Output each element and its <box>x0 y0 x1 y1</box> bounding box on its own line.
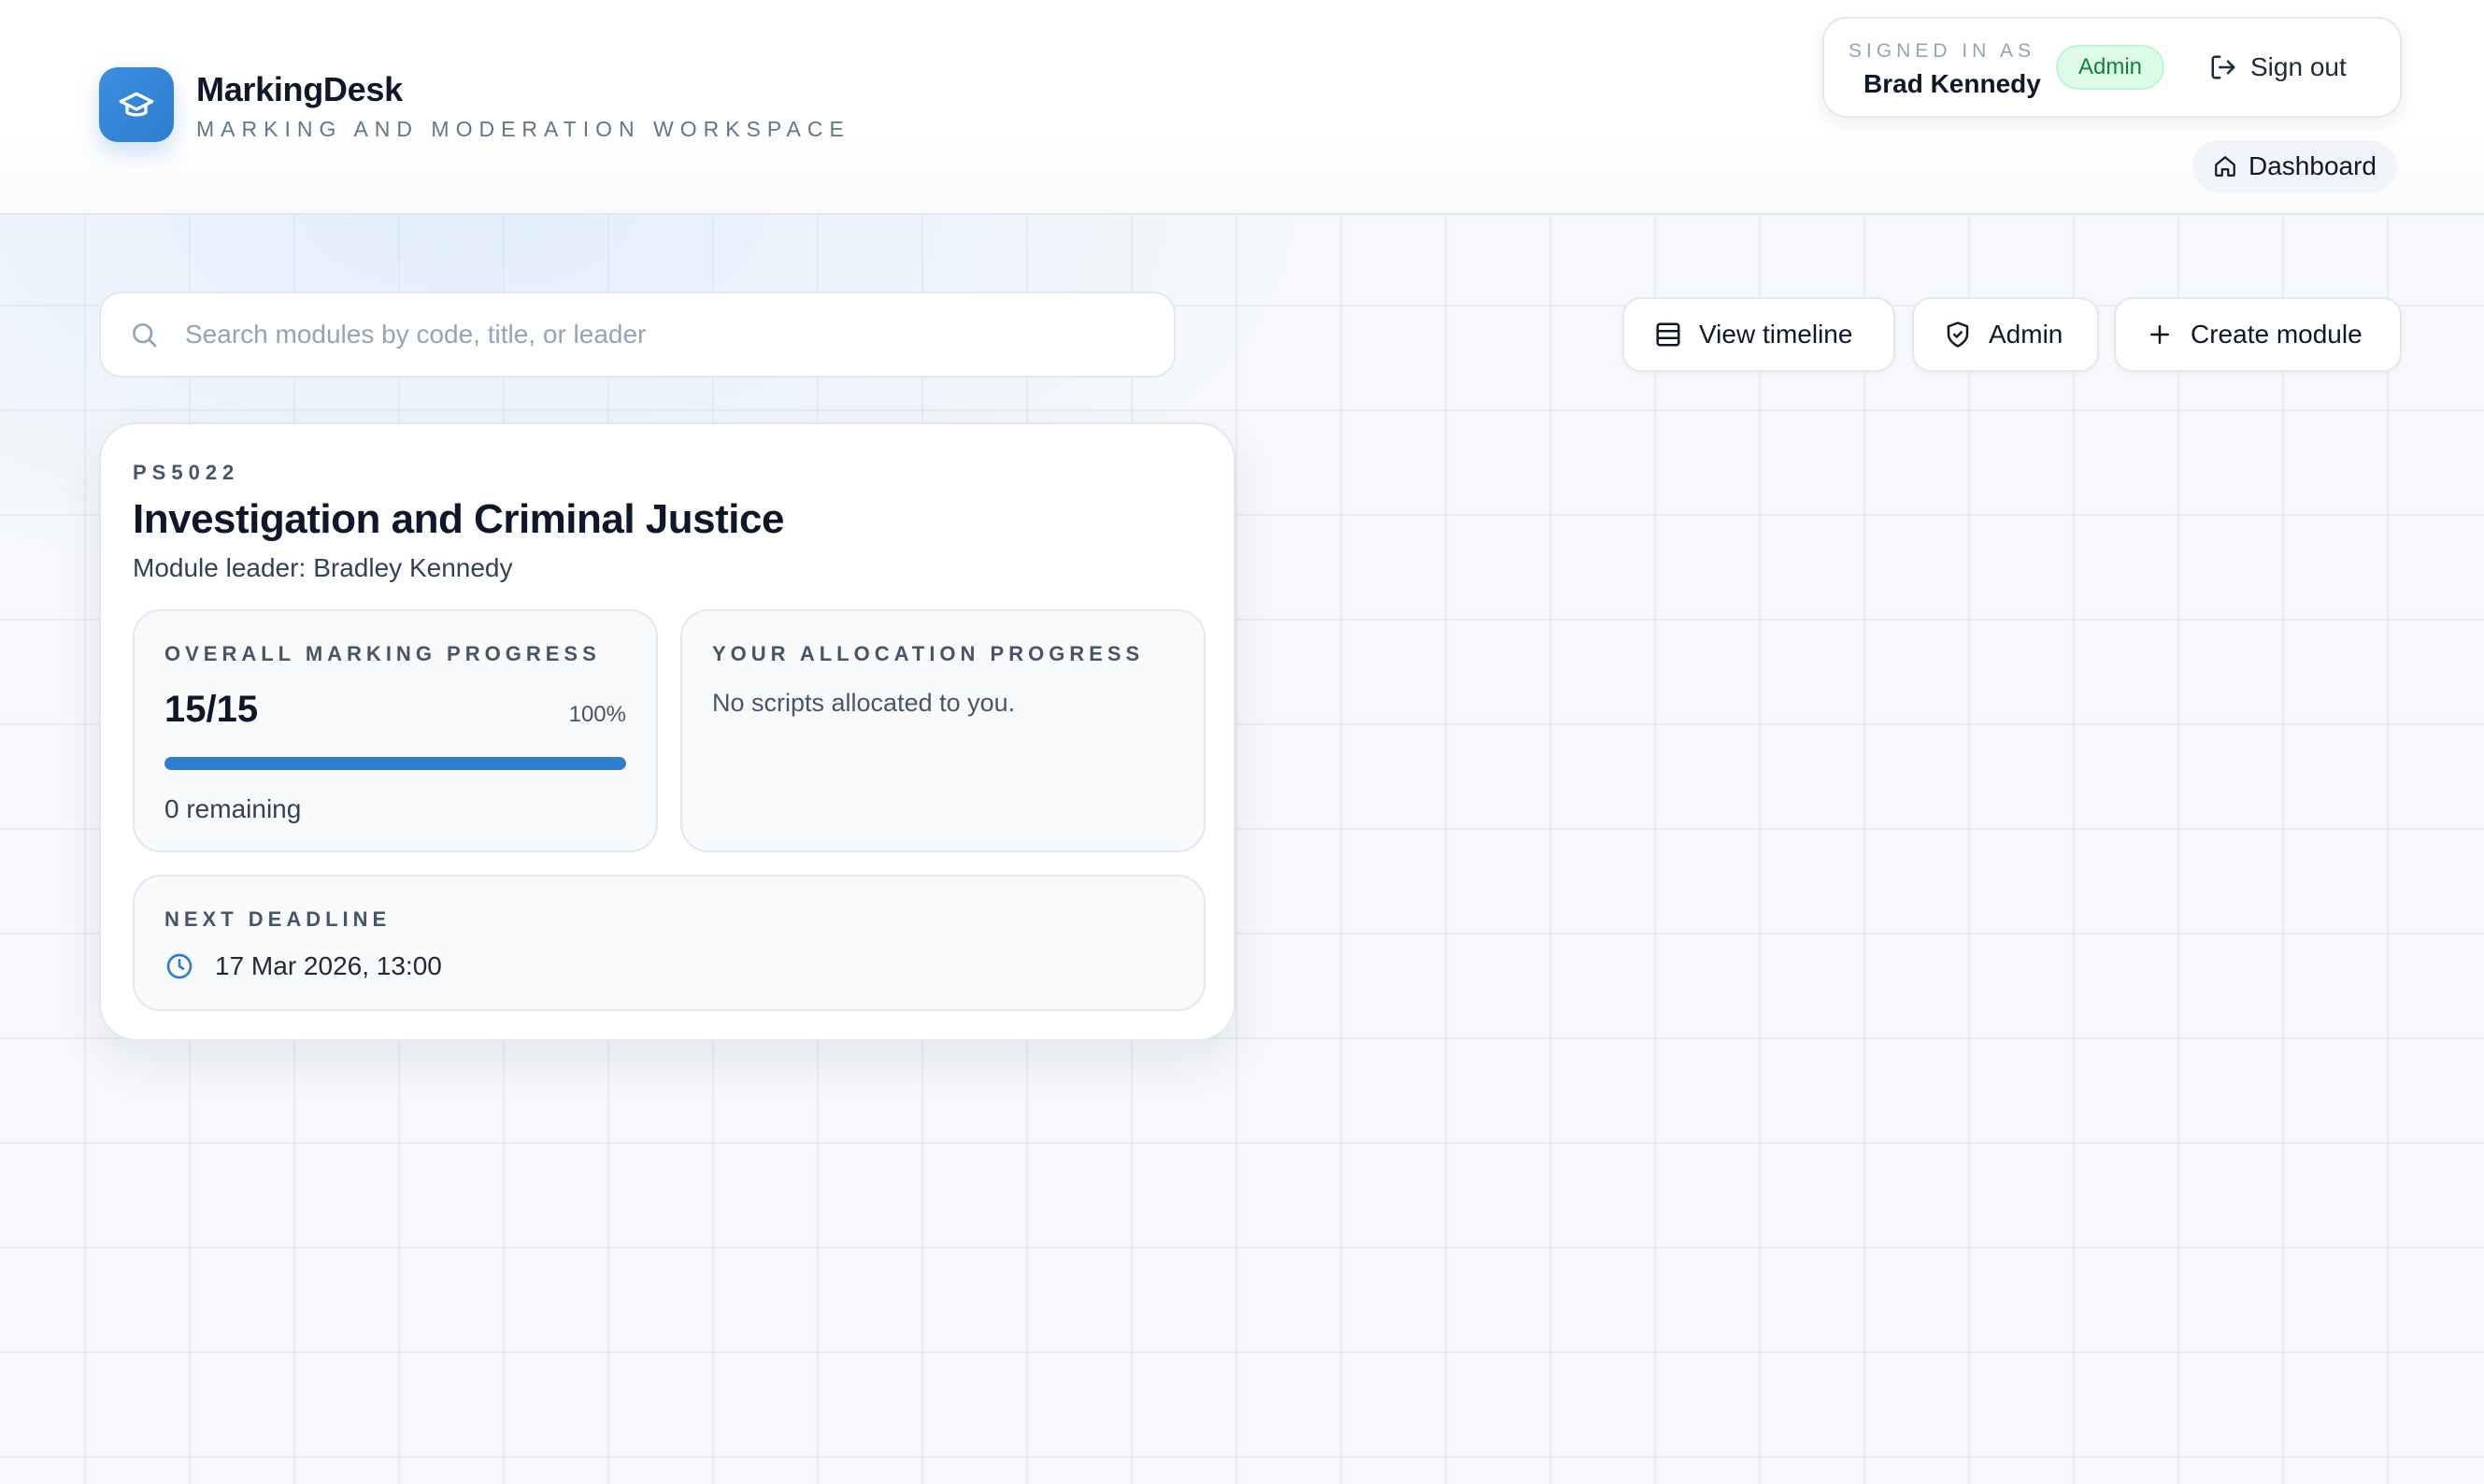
next-deadline-panel: NEXT DEADLINE 17 Mar 2026, 13:00 <box>133 875 1206 1011</box>
dashboard-label: Dashboard <box>2248 151 2377 180</box>
role-badge: Admin <box>2056 45 2165 90</box>
user-card: SIGNED IN AS Brad Kennedy Admin Sign out <box>1822 17 2402 118</box>
sign-out-icon <box>2211 55 2235 79</box>
table-icon <box>1656 322 1680 347</box>
overall-progress-label: OVERALL MARKING PROGRESS <box>164 642 601 665</box>
create-module-label: Create module <box>2191 320 2363 349</box>
module-search <box>99 292 1176 378</box>
app-header: MarkingDesk MARKING AND MODERATION WORKS… <box>0 0 2484 215</box>
signed-in-label: SIGNED IN AS <box>1849 40 2036 62</box>
next-deadline-value: 17 Mar 2026, 13:00 <box>215 951 442 980</box>
graduation-cap-icon <box>99 67 174 142</box>
allocation-progress-label: YOUR ALLOCATION PROGRESS <box>712 642 1145 665</box>
module-code: PS5022 <box>133 461 240 484</box>
overall-remaining: 0 remaining <box>164 794 302 823</box>
app-subtitle: MARKING AND MODERATION WORKSPACE <box>196 117 850 141</box>
admin-label: Admin <box>1989 320 2063 349</box>
allocation-empty-text: No scripts allocated to you. <box>712 689 1016 717</box>
app-name: MarkingDesk <box>196 70 403 108</box>
admin-button[interactable]: Admin <box>1912 297 2099 372</box>
clock-icon <box>166 953 193 979</box>
dashboard-link[interactable]: Dashboard <box>2192 140 2397 193</box>
view-timeline-button[interactable]: View timeline <box>1622 297 1895 372</box>
module-leader-prefix: Module leader: <box>133 553 307 582</box>
brand[interactable]: MarkingDesk MARKING AND MODERATION WORKS… <box>99 67 850 142</box>
search-icon <box>133 323 157 348</box>
module-leader-name: Bradley Kennedy <box>313 553 513 582</box>
overall-progress-panel: OVERALL MARKING PROGRESS 15/15 100% 0 re… <box>133 609 658 852</box>
overall-progress-count: 15/15 <box>164 689 259 730</box>
allocation-progress-panel: YOUR ALLOCATION PROGRESS No scripts allo… <box>680 609 1206 852</box>
module-card[interactable]: PS5022 Investigation and Criminal Justic… <box>99 422 1235 1041</box>
sign-out-label: Sign out <box>2250 52 2347 81</box>
sign-out-button[interactable]: Sign out <box>2209 45 2347 90</box>
user-name: Brad Kennedy <box>1863 69 2041 98</box>
module-title: Investigation and Criminal Justice <box>133 496 784 542</box>
view-timeline-label: View timeline <box>1699 320 1853 349</box>
next-deadline-label: NEXT DEADLINE <box>164 907 392 931</box>
search-input[interactable] <box>185 320 1120 350</box>
overall-progress-percent: 100% <box>568 702 626 727</box>
module-leader: Module leader: Bradley Kennedy <box>133 551 513 585</box>
shield-check-icon <box>1947 321 1969 348</box>
home-icon <box>2215 156 2235 177</box>
create-module-button[interactable]: Create module <box>2114 297 2402 372</box>
progress-bar-fill <box>164 757 626 770</box>
plus-icon <box>2150 325 2169 344</box>
progress-bar <box>164 757 626 770</box>
